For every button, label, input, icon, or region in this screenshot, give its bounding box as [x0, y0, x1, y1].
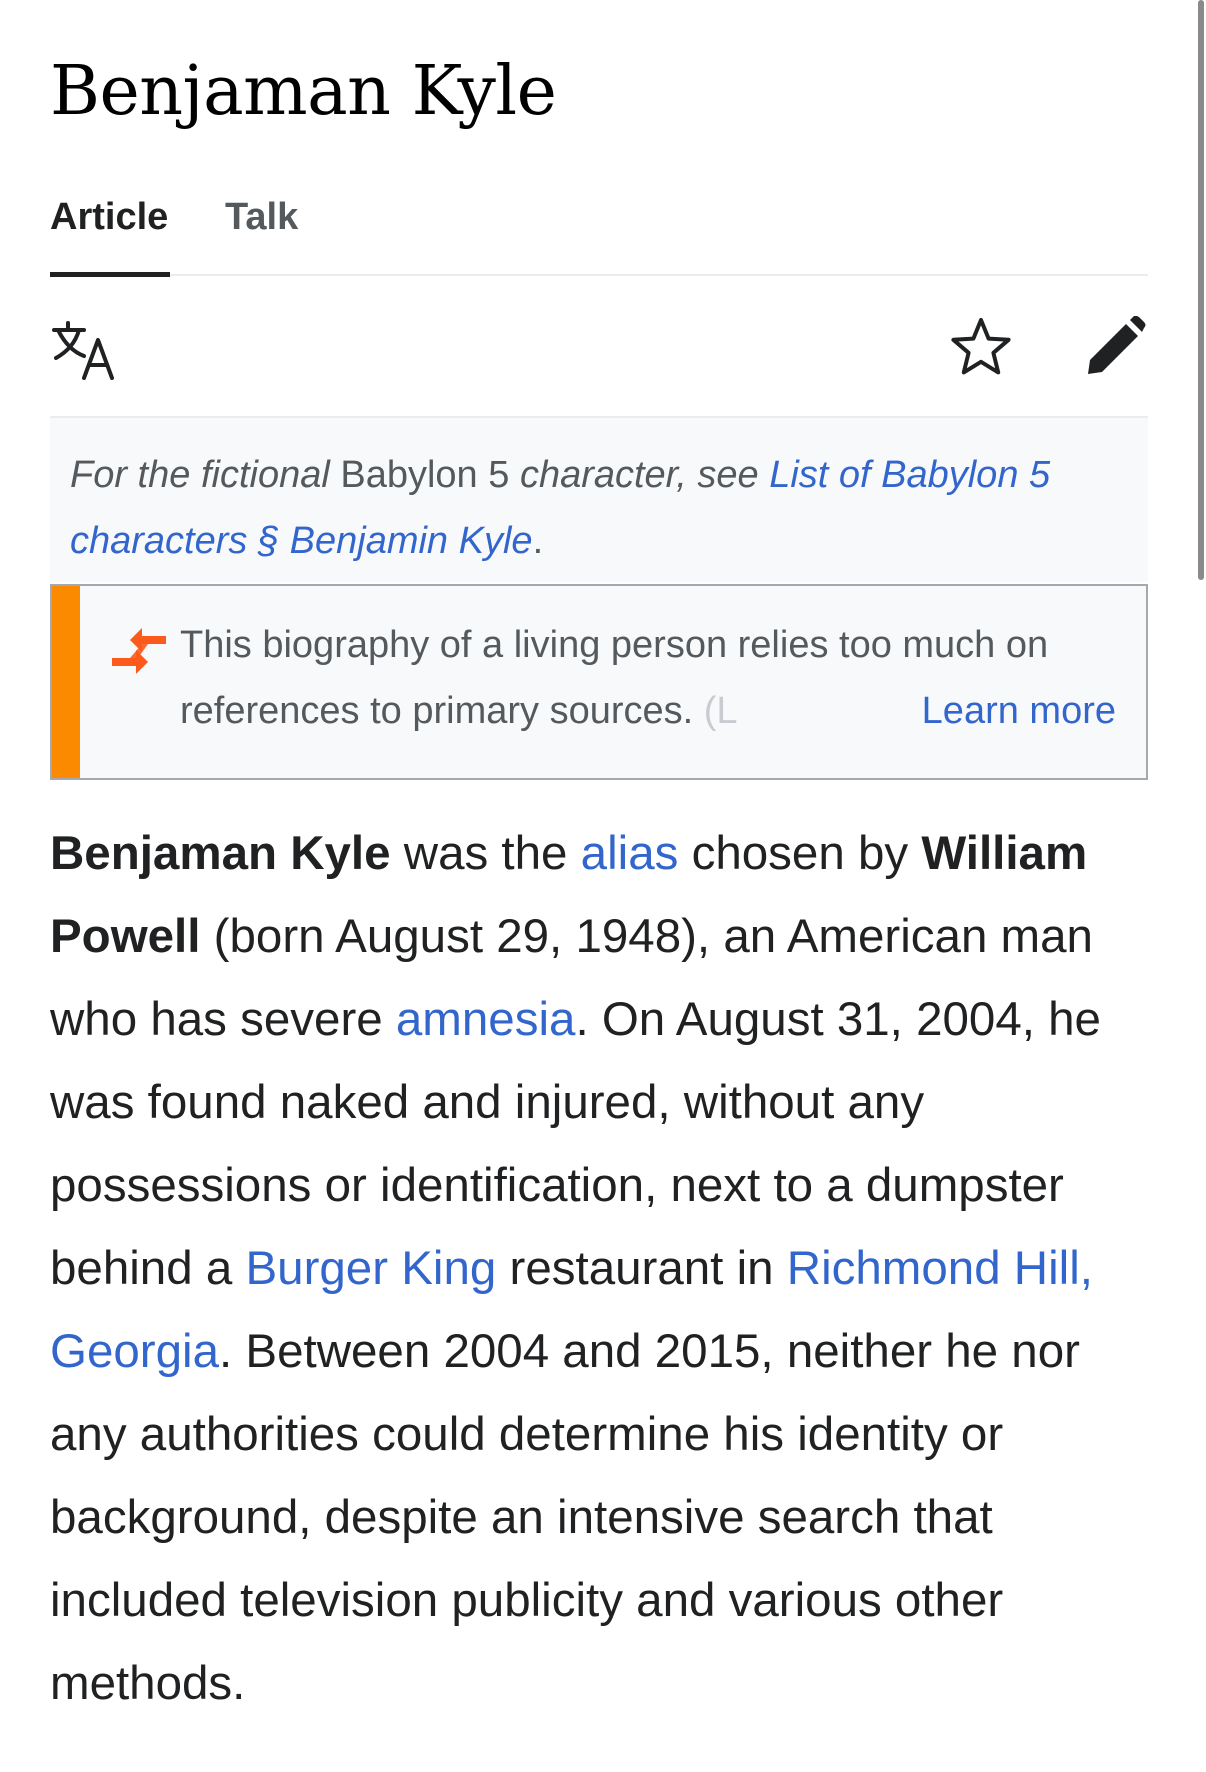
- subject-name: Benjaman Kyle: [50, 827, 391, 880]
- hatnote: For the fictional Babylon 5 character, s…: [50, 416, 1148, 582]
- intro-text: . Between 2004 and 2015, neither he nor …: [50, 1325, 1080, 1710]
- hatnote-prefix: For the fictional: [70, 454, 330, 496]
- pencil-icon[interactable]: [1084, 316, 1146, 378]
- translate-icon[interactable]: [50, 320, 118, 380]
- burger-king-link[interactable]: Burger King: [245, 1242, 496, 1295]
- hatnote-suffix: .: [532, 520, 544, 562]
- page-actions: [50, 310, 1148, 390]
- learn-more-link[interactable]: Learn more: [903, 678, 1116, 744]
- amnesia-link[interactable]: amnesia: [396, 993, 576, 1046]
- notice-faded-text: (L: [703, 690, 738, 732]
- hatnote-series: Babylon 5: [340, 454, 510, 496]
- intro-text: chosen by: [691, 827, 909, 880]
- arrows-merge-icon: [112, 628, 166, 674]
- intro-paragraph: Benjaman Kyle was the alias chosen by Wi…: [50, 812, 1160, 1725]
- notice-accent-bar: [52, 586, 80, 778]
- primary-sources-notice[interactable]: This biography of a living person relies…: [50, 584, 1148, 780]
- tab-talk[interactable]: Talk: [225, 196, 298, 272]
- intro-text: was the: [403, 827, 568, 880]
- page-title: Benjaman Kyle: [50, 52, 557, 131]
- scrollbar-thumb[interactable]: [1198, 0, 1204, 580]
- tab-article[interactable]: Article: [50, 196, 171, 277]
- alias-link[interactable]: alias: [581, 827, 679, 880]
- scrollbar[interactable]: [1196, 0, 1206, 580]
- hatnote-middle: character, see: [519, 454, 759, 496]
- star-icon[interactable]: [950, 316, 1012, 378]
- page-tabs: Article Talk: [50, 196, 1148, 277]
- intro-text: restaurant in: [509, 1242, 774, 1295]
